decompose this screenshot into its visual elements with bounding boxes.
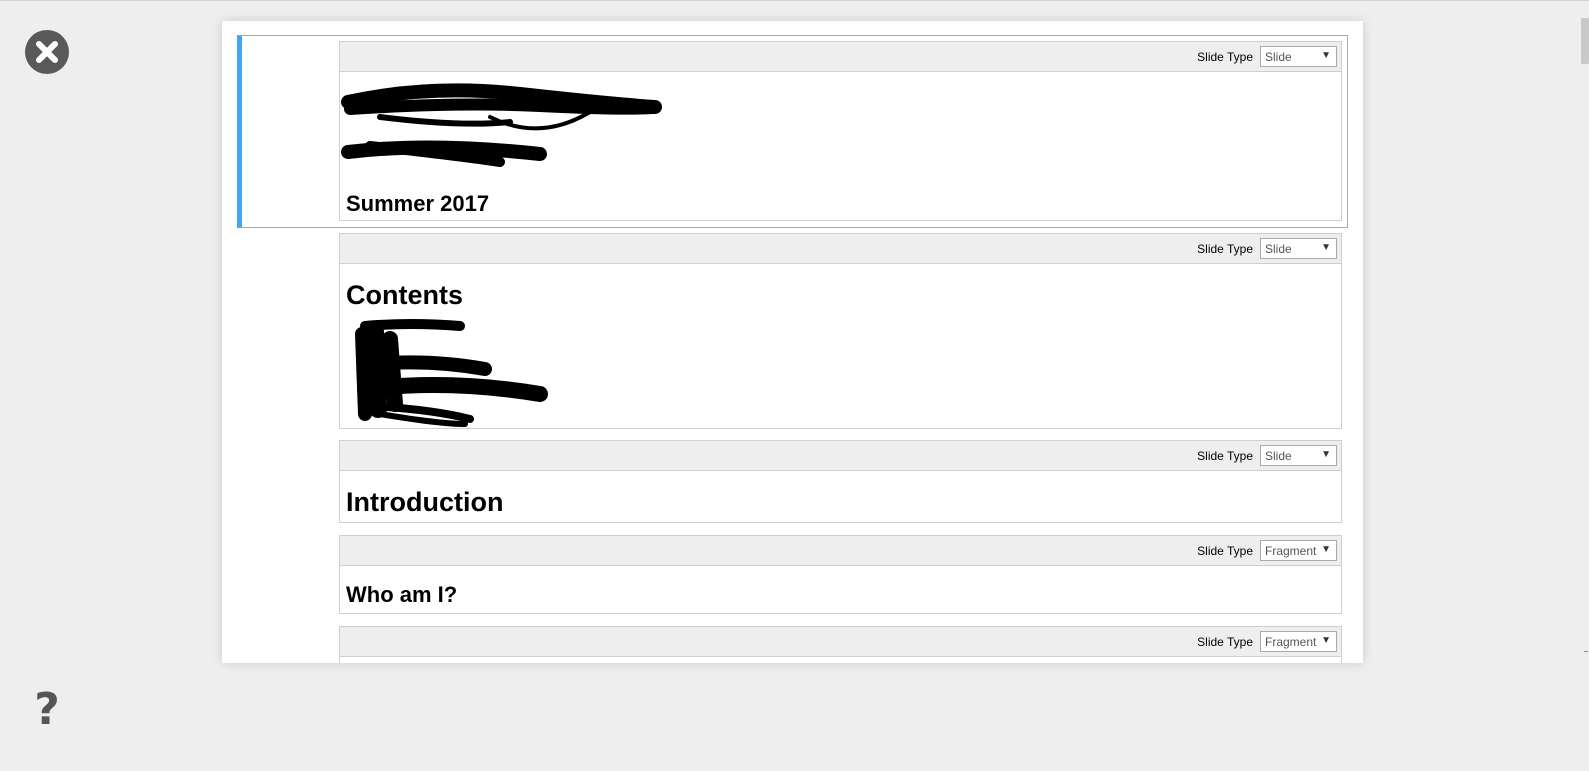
cell-toolbar: Slide Type Slide ▼	[340, 441, 1341, 471]
scrollbar-thumb[interactable]	[1581, 18, 1589, 64]
close-button[interactable]	[25, 30, 69, 74]
slide-type-value: Slide	[1265, 242, 1292, 256]
slide-cell: Slide Type Slide ▼ Introduction	[339, 440, 1342, 523]
slide-type-label: Slide Type	[1197, 635, 1253, 649]
slide-type-value: Fragment	[1265, 544, 1317, 558]
heading-who-am-i: Who am I?	[346, 582, 458, 607]
notebook-container: Slide Type Slide ▼ Summer 2017 Slide Typ…	[222, 21, 1363, 663]
slide-type-select[interactable]: Slide ▼	[1260, 46, 1337, 67]
slide-type-value: Slide	[1265, 50, 1292, 64]
redaction-scribble	[355, 319, 548, 427]
dropdown-arrow-icon: ▼	[1321, 242, 1331, 253]
slide-type-label: Slide Type	[1197, 544, 1253, 558]
slide-cell: Slide Type Slide ▼ Contents	[339, 233, 1342, 429]
top-border	[0, 0, 1589, 1]
cell-text-summer: Summer 2017	[346, 191, 490, 216]
slide-type-select[interactable]: Fragment ▼	[1260, 540, 1337, 561]
cell-rendered-markdown: Contents	[340, 264, 1341, 429]
notebook-cell[interactable]: Slide Type Slide ▼ Introduction	[222, 440, 1363, 523]
question-icon: ?	[34, 684, 60, 735]
cell-toolbar: Slide Type Slide ▼	[340, 234, 1341, 264]
notebook-cell[interactable]: Slide Type Fragment ▼	[222, 626, 1363, 663]
dropdown-arrow-icon: ▼	[1321, 544, 1331, 555]
cell-rendered-markdown: Who am I?	[340, 566, 1341, 614]
slide-type-value: Fragment	[1265, 635, 1317, 649]
slide-cell: Slide Type Slide ▼ Summer 2017	[339, 41, 1342, 221]
cell-rendered-markdown: Summer 2017	[340, 72, 1341, 221]
help-button[interactable]: ?	[30, 686, 64, 734]
close-icon	[36, 41, 58, 63]
slide-type-select[interactable]: Slide ▼	[1260, 445, 1337, 466]
heading-contents: Contents	[346, 280, 463, 310]
dropdown-arrow-icon: ▼	[1321, 449, 1331, 460]
slide-type-select[interactable]: Slide ▼	[1260, 238, 1337, 259]
notebook-cell[interactable]: Slide Type Slide ▼ Contents	[222, 233, 1363, 429]
slide-type-label: Slide Type	[1197, 449, 1253, 463]
slide-type-label: Slide Type	[1197, 50, 1253, 64]
cell-toolbar: Slide Type Slide ▼	[340, 42, 1341, 72]
slide-type-value: Slide	[1265, 449, 1292, 463]
heading-introduction: Introduction	[346, 487, 504, 517]
slide-type-select[interactable]: Fragment ▼	[1260, 631, 1337, 652]
scrollbar-mark	[1584, 651, 1588, 652]
slide-cell: Slide Type Fragment ▼ Who am I?	[339, 535, 1342, 614]
slide-cell: Slide Type Fragment ▼	[339, 626, 1342, 663]
notebook-cell[interactable]: Slide Type Fragment ▼ Who am I?	[222, 535, 1363, 614]
cell-rendered-markdown: Introduction	[340, 471, 1341, 523]
cell-toolbar: Slide Type Fragment ▼	[340, 536, 1341, 566]
dropdown-arrow-icon: ▼	[1321, 50, 1331, 61]
notebook-cell-selected[interactable]: Slide Type Slide ▼ Summer 2017	[237, 35, 1348, 228]
redaction-scribble	[341, 83, 662, 167]
dropdown-arrow-icon: ▼	[1321, 635, 1331, 646]
slide-type-label: Slide Type	[1197, 242, 1253, 256]
cell-toolbar: Slide Type Fragment ▼	[340, 627, 1341, 657]
